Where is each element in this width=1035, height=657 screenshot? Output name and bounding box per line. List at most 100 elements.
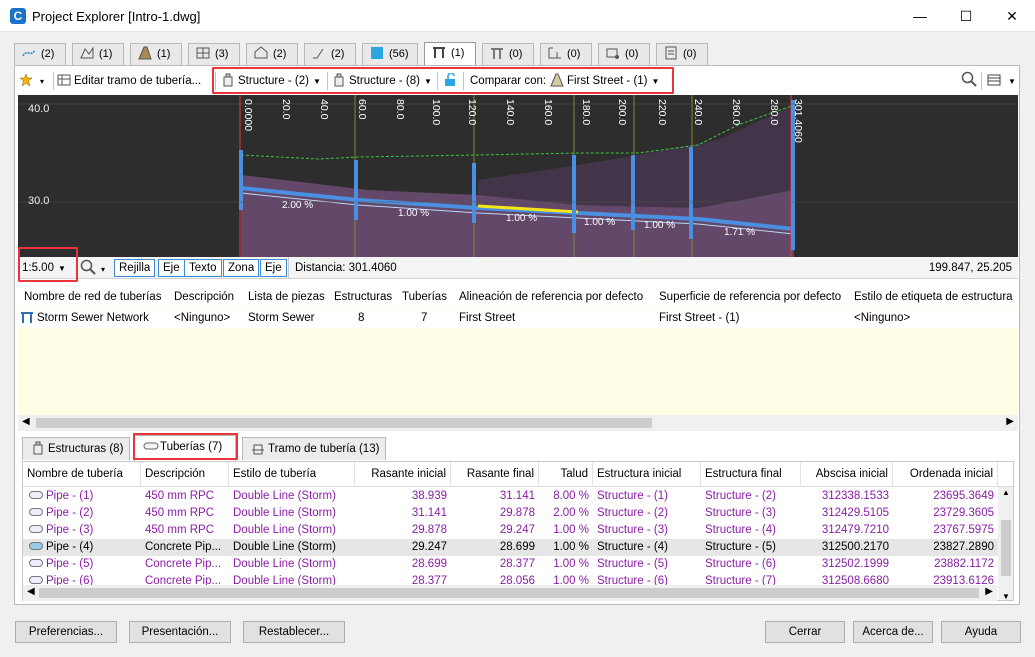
structure-icon bbox=[221, 71, 235, 87]
toggle-axis-button[interactable]: Eje bbox=[158, 259, 185, 277]
col-header[interactable]: Estructuras bbox=[334, 287, 396, 307]
view-options-button[interactable]: ▼ bbox=[987, 68, 1016, 94]
compare-target-dropdown[interactable]: First Street - (1) ▼ bbox=[550, 68, 659, 94]
col-header[interactable]: Estilo de etiqueta de estructura bbox=[854, 287, 1018, 307]
scroll-left-icon[interactable]: ◀ bbox=[27, 586, 35, 597]
pipe-icon bbox=[29, 491, 43, 499]
pipe-profile-view[interactable]: 40.0 30.0 0.0000 20.0 40.0 60.0 80.0 100.0 120.… bbox=[18, 95, 1018, 257]
search-button[interactable] bbox=[961, 68, 978, 94]
presentation-button[interactable]: Presentación... bbox=[129, 621, 231, 643]
slope-label: 1.00 % bbox=[398, 208, 430, 219]
col-header[interactable]: Ordenada inicial bbox=[893, 462, 998, 487]
station-label: 200.0 bbox=[616, 99, 628, 126]
tab-profiles[interactable]: (56) bbox=[362, 43, 418, 65]
grid-header: Nombre de tubería Descripción Estilo de … bbox=[23, 462, 1013, 487]
minimize-button[interactable]: — bbox=[897, 0, 943, 32]
col-header[interactable]: Superficie de referencia por defecto bbox=[659, 287, 849, 307]
new-object-button[interactable]: ▾ bbox=[19, 68, 44, 94]
col-header[interactable]: Nombre de tubería bbox=[23, 462, 141, 487]
edit-table-icon bbox=[57, 71, 71, 86]
scroll-left-icon[interactable]: ◀ bbox=[22, 416, 30, 427]
tab-alignments[interactable]: (2) bbox=[14, 43, 66, 65]
tab-parcels[interactable]: (2) bbox=[246, 43, 298, 65]
col-header[interactable]: Lista de piezas bbox=[248, 287, 328, 307]
col-header[interactable]: Rasante inicial bbox=[355, 462, 451, 487]
assembly-icon bbox=[195, 46, 211, 60]
station-label: 160.0 bbox=[542, 99, 554, 126]
tab-structures[interactable]: Estructuras (8) bbox=[22, 437, 130, 460]
tab-point-groups[interactable]: (0) bbox=[598, 43, 650, 65]
scroll-up-icon[interactable]: ▲ bbox=[1002, 488, 1010, 497]
slope-label: 1.00 % bbox=[584, 217, 616, 228]
toggle-zone-button[interactable]: Zona bbox=[223, 259, 260, 277]
grid-header: Nombre de red de tuberías Descripción Li… bbox=[18, 287, 1018, 307]
col-header[interactable]: Estructura inicial bbox=[593, 462, 701, 487]
toggle-text-button[interactable]: Texto bbox=[184, 259, 222, 277]
table-row[interactable]: Pipe - (4) Concrete Pip... Double Line (St… bbox=[23, 539, 998, 556]
pipe-icon bbox=[29, 576, 43, 584]
network-grid-scrollbar[interactable]: ◀ ▶ bbox=[18, 415, 1018, 431]
toggle-axis2-button[interactable]: Eje bbox=[260, 259, 287, 277]
from-structure-dropdown[interactable]: Structure - (2) ▼ bbox=[221, 68, 321, 94]
tab-surfaces[interactable]: (1) bbox=[72, 43, 124, 65]
table-row[interactable]: Pipe - (2) 450 mm RPC Double Line (Storm) 3… bbox=[23, 505, 998, 522]
to-structure-dropdown[interactable]: Structure - (8) ▼ bbox=[332, 68, 432, 94]
unlock-icon bbox=[443, 71, 457, 86]
scroll-right-icon[interactable]: ▶ bbox=[985, 586, 993, 597]
station-label: 260.0 bbox=[730, 99, 742, 126]
close-button[interactable]: Cerrar bbox=[765, 621, 845, 643]
tab-pipes[interactable]: Tuberías (7) bbox=[134, 435, 236, 461]
help-button[interactable]: Ayuda bbox=[941, 621, 1021, 643]
edit-pipe-run-button[interactable]: Editar tramo de tubería... bbox=[57, 68, 201, 94]
table-row[interactable]: Pipe - (1) 450 mm RPC Double Line (Storm) 3… bbox=[23, 488, 998, 505]
col-header[interactable]: Descripción bbox=[141, 462, 229, 487]
col-header[interactable]: Estilo de tubería bbox=[229, 462, 355, 487]
search-icon bbox=[961, 71, 977, 87]
about-button[interactable]: Acerca de... bbox=[853, 621, 933, 643]
profile-icon bbox=[369, 46, 385, 60]
tab-sheet-sets[interactable]: (0) bbox=[656, 43, 708, 65]
distance-readout: Distancia: 301.4060 bbox=[295, 262, 397, 274]
featureline-icon bbox=[311, 46, 327, 60]
station-label: 301.4060 bbox=[792, 99, 804, 143]
scroll-down-icon[interactable]: ▼ bbox=[1002, 592, 1010, 600]
station-label: 140.0 bbox=[504, 99, 516, 126]
zoom-button[interactable]: ▾ bbox=[80, 259, 105, 277]
close-window-button[interactable]: ✕ bbox=[989, 0, 1035, 32]
slope-label: 1.00 % bbox=[506, 213, 538, 224]
col-header[interactable]: Descripción bbox=[174, 287, 244, 307]
tab-pipe-runs[interactable]: Tramo de tubería (13) bbox=[242, 437, 386, 460]
pipe-icon bbox=[29, 525, 43, 533]
maximize-button[interactable]: ☐ bbox=[943, 0, 989, 32]
star-add-icon bbox=[19, 71, 33, 87]
tab-assemblies[interactable]: (3) bbox=[188, 43, 240, 65]
col-header[interactable]: Alineación de referencia por defecto bbox=[459, 287, 655, 307]
table-row[interactable]: Pipe - (5) Concrete Pip... Double Line (St… bbox=[23, 556, 998, 573]
pipe-icon bbox=[29, 559, 43, 567]
unlock-button[interactable] bbox=[443, 68, 460, 94]
tab-pressure-networks[interactable]: (0) bbox=[482, 43, 534, 65]
title-bar: C Project Explorer [Intro-1.dwg] — ☐ ✕ bbox=[0, 0, 1035, 32]
col-header[interactable]: Abscisa inicial bbox=[801, 462, 893, 487]
col-header[interactable]: Tuberías bbox=[402, 287, 448, 307]
table-row[interactable]: Pipe - (3) 450 mm RPC Double Line (Storm) 2… bbox=[23, 522, 998, 539]
scale-dropdown[interactable]: 1:5.00 ▼ bbox=[22, 260, 66, 276]
preferences-button[interactable]: Preferencias... bbox=[15, 621, 117, 643]
tab-feature-lines[interactable]: (2) bbox=[304, 43, 356, 65]
tab-gradings[interactable]: (0) bbox=[540, 43, 592, 65]
pipe-network-icon bbox=[20, 310, 34, 324]
toggle-grid-button[interactable]: Rejilla bbox=[114, 259, 156, 277]
pipes-vertical-scrollbar[interactable]: ▲ ▼ bbox=[998, 487, 1013, 600]
pipes-grid-scrollbar[interactable]: ◀ ▶ bbox=[23, 585, 997, 601]
col-header[interactable]: Nombre de red de tuberías bbox=[24, 287, 168, 307]
col-header[interactable]: Estructura final bbox=[701, 462, 801, 487]
scroll-right-icon[interactable]: ▶ bbox=[1006, 416, 1014, 427]
tab-corridors[interactable]: (1) bbox=[130, 43, 182, 65]
col-header[interactable]: Talud bbox=[539, 462, 593, 487]
tab-pipe-networks[interactable]: (1) bbox=[424, 42, 476, 66]
pipe-network-icon bbox=[431, 45, 447, 59]
structure-icon bbox=[31, 441, 45, 455]
table-row[interactable]: Storm Sewer Network <Ninguno> Storm Sewe… bbox=[18, 308, 1018, 328]
col-header[interactable]: Rasante final bbox=[451, 462, 539, 487]
reset-button[interactable]: Restablecer... bbox=[243, 621, 345, 643]
